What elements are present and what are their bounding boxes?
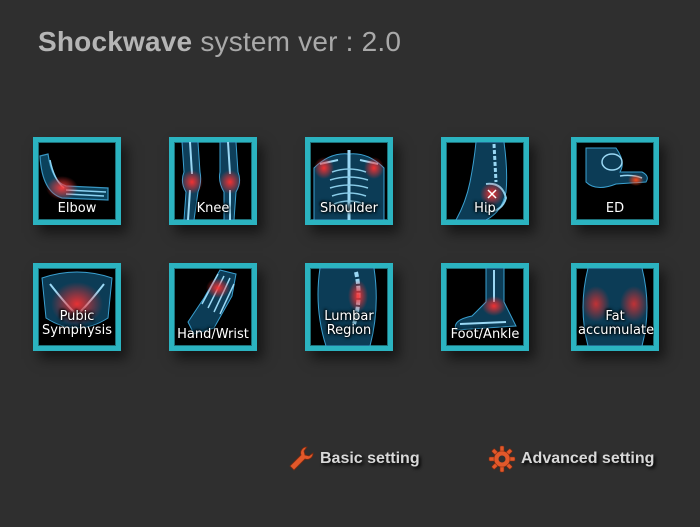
tile-label: ED bbox=[605, 201, 625, 216]
advanced-setting-label: Advanced setting bbox=[521, 450, 655, 467]
page-title: Shockwave system ver : 2.0 bbox=[38, 26, 401, 58]
brand-name: Shockwave bbox=[38, 26, 193, 57]
version-number: 2.0 bbox=[361, 26, 402, 57]
tile-label: Lumbar Region bbox=[324, 309, 374, 338]
basic-setting-label: Basic setting bbox=[320, 450, 420, 467]
basic-setting-button[interactable]: Basic setting bbox=[286, 444, 420, 474]
tile-label: Shoulder bbox=[320, 201, 378, 216]
tile-foot-ankle[interactable]: Foot/Ankle bbox=[441, 263, 529, 351]
tile-label: Fat accumulate bbox=[578, 309, 655, 338]
tile-hip[interactable]: Hip bbox=[441, 137, 529, 225]
tile-label: Elbow bbox=[57, 201, 97, 216]
tile-label: Hip bbox=[474, 201, 496, 216]
tile-pubic-symphysis[interactable]: Pubic Symphysis bbox=[33, 263, 121, 351]
tile-label: Hand/Wrist bbox=[177, 327, 249, 342]
gear-icon bbox=[488, 445, 516, 473]
title-subtitle: system ver : bbox=[200, 26, 354, 57]
tile-label: Knee bbox=[196, 201, 230, 216]
tile-knee[interactable]: Knee bbox=[169, 137, 257, 225]
tile-lumbar-region[interactable]: Lumbar Region bbox=[305, 263, 393, 351]
tile-elbow[interactable]: Elbow bbox=[33, 137, 121, 225]
advanced-setting-button[interactable]: Advanced setting bbox=[487, 444, 654, 474]
tile-ed[interactable]: ED bbox=[571, 137, 659, 225]
tile-label: Pubic Symphysis bbox=[42, 309, 112, 338]
tile-label: Foot/Ankle bbox=[450, 327, 520, 342]
tile-fat-accumulate[interactable]: Fat accumulate bbox=[571, 263, 659, 351]
tile-hand-wrist[interactable]: Hand/Wrist bbox=[169, 263, 257, 351]
tile-shoulder[interactable]: Shoulder bbox=[305, 137, 393, 225]
wrench-icon bbox=[289, 446, 314, 471]
